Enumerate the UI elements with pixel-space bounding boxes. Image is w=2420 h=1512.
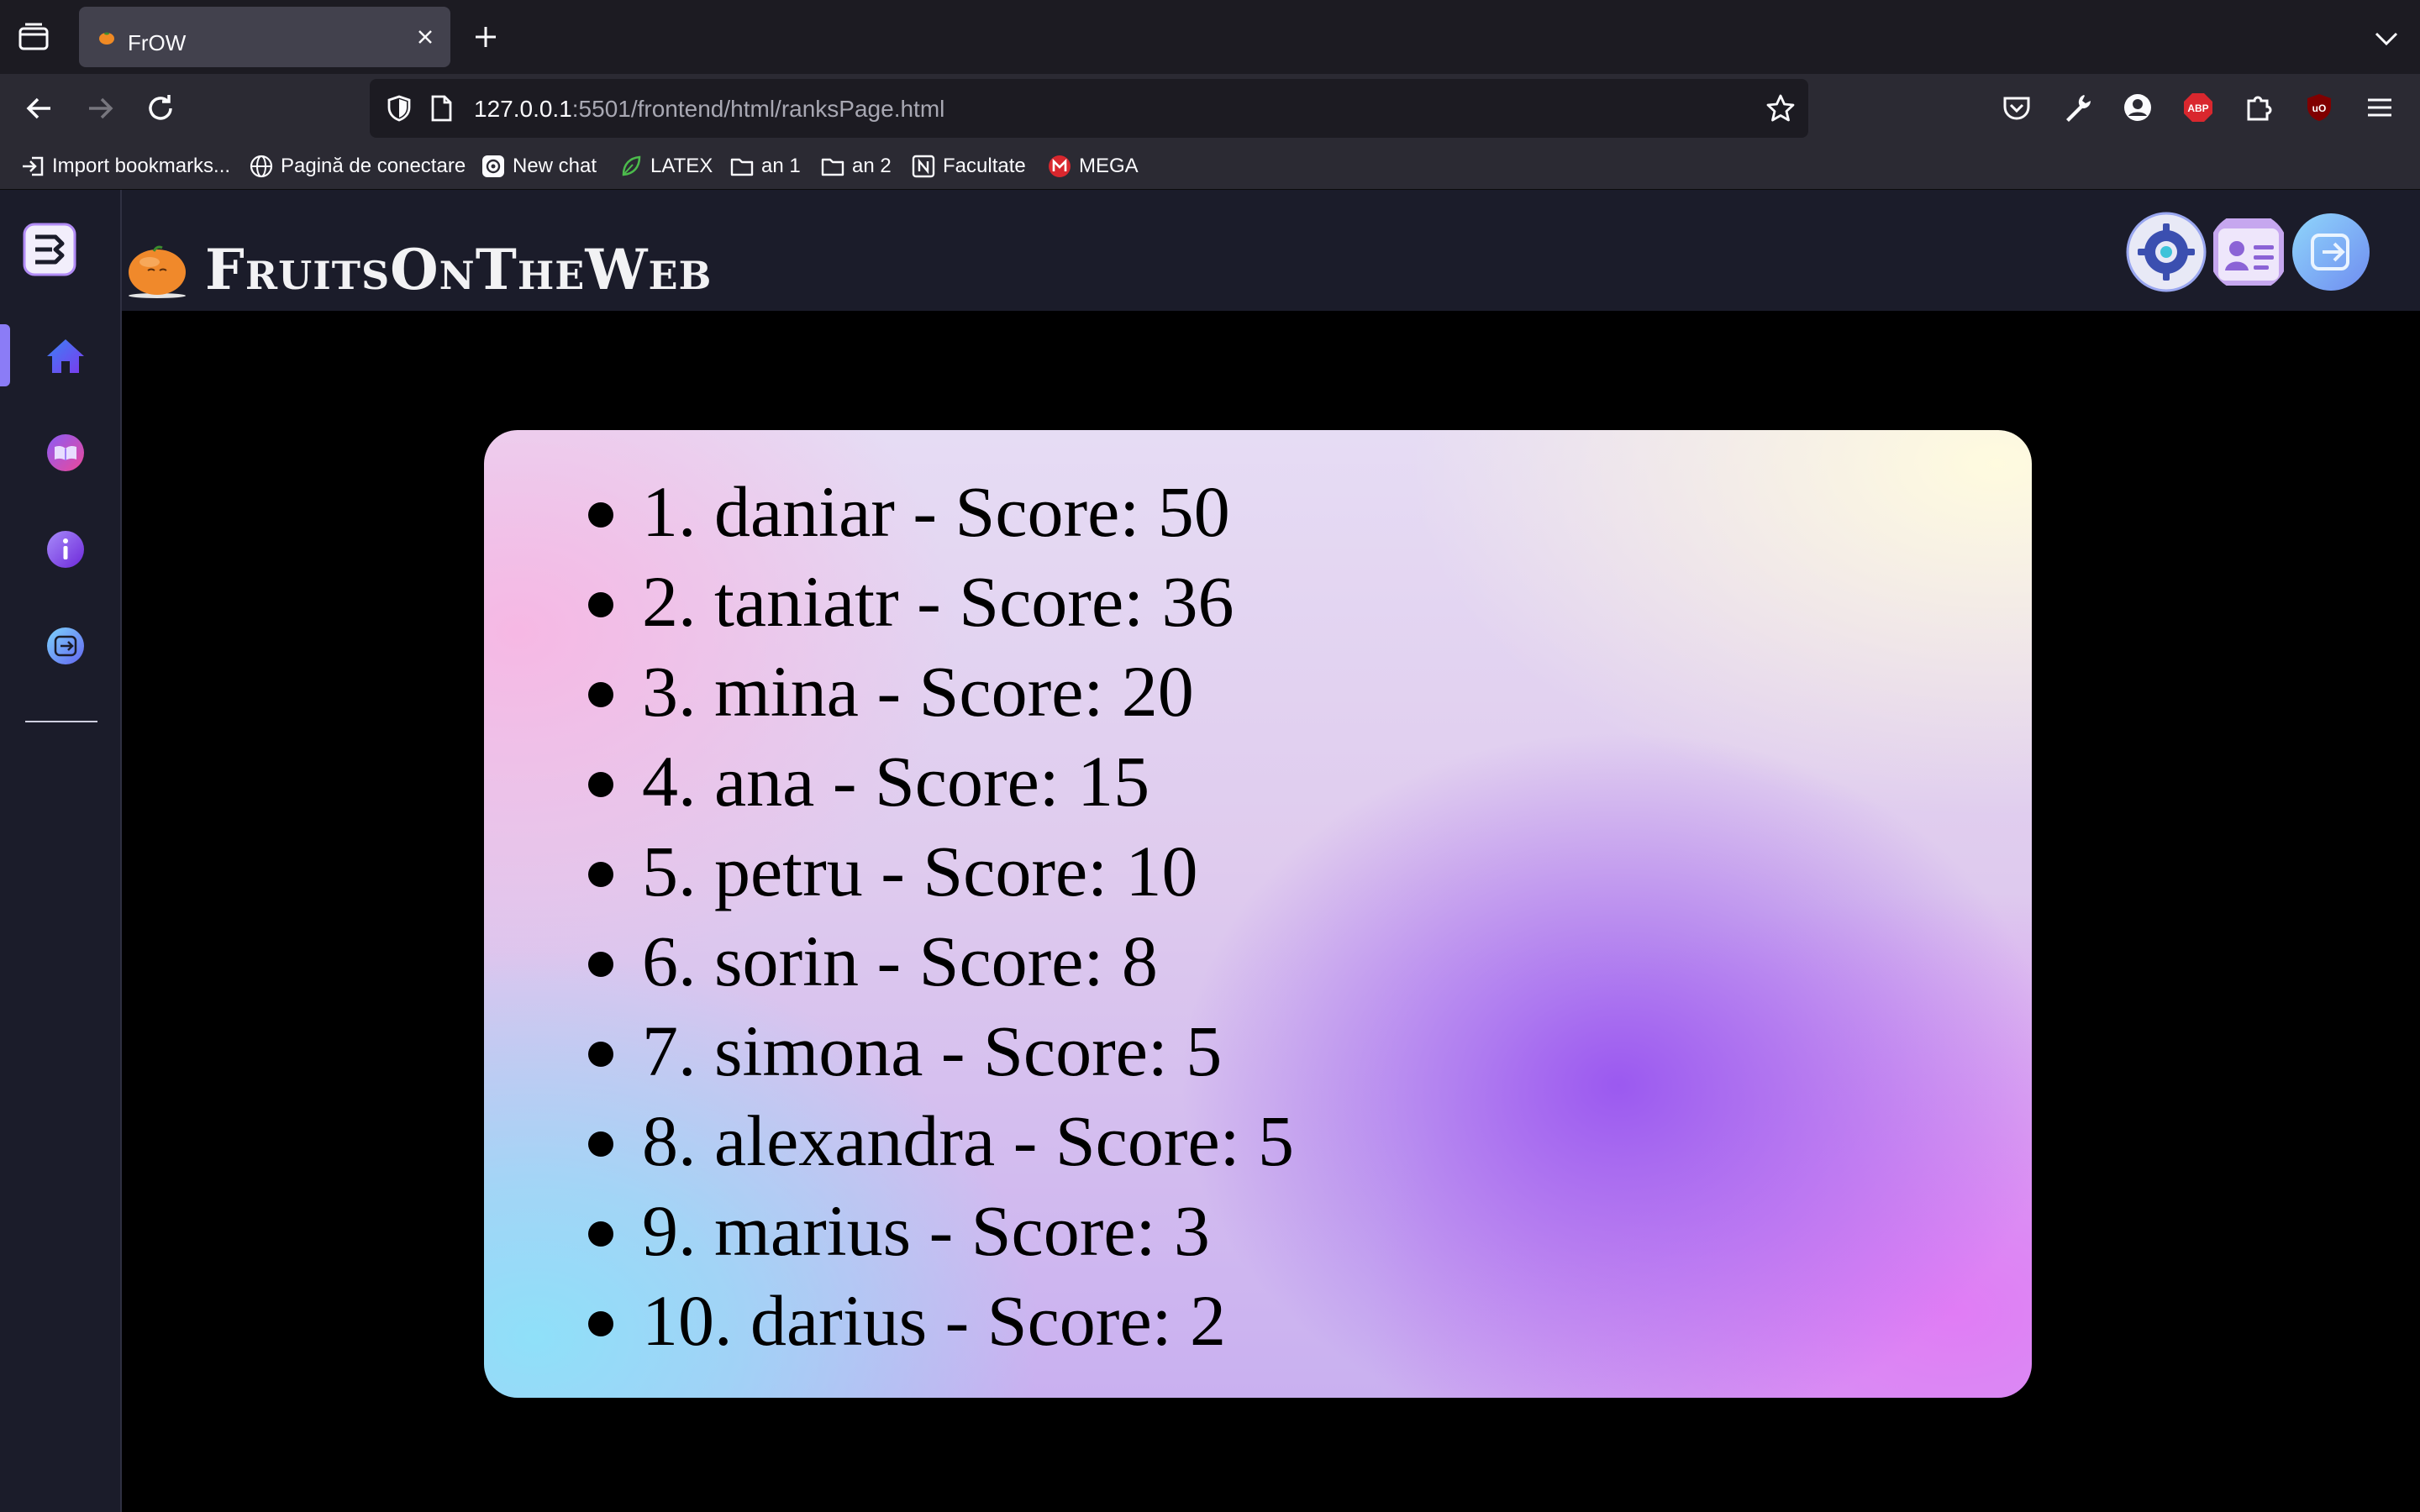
reload-icon[interactable] [143, 91, 178, 126]
list-bullet [588, 592, 613, 617]
rank-entry-text: 9. marius - Score: 3 [642, 1190, 1210, 1271]
tracking-protection-shield-icon[interactable] [385, 94, 413, 123]
rank-list-item: 8. alexandra - Score: 5 [588, 1096, 1294, 1186]
browser-tab-bar: FrOW [0, 0, 2420, 74]
leaf-icon [622, 155, 641, 176]
rank-list-item: 4. ana - Score: 15 [588, 737, 1294, 827]
url-text[interactable]: 127.0.0.1:5501/frontend/html/ranksPage.h… [474, 96, 944, 123]
bookmark-login-page[interactable]: Pagină de conectare [249, 151, 466, 181]
bookmark-latex[interactable]: LATEX [618, 151, 713, 181]
ublock-icon[interactable]: uO [2302, 91, 2336, 124]
import-icon [23, 156, 44, 176]
pocket-icon[interactable] [2000, 91, 2033, 124]
list-bullet [588, 772, 613, 797]
orange-logo-icon [129, 245, 186, 298]
ranks-card: 1. daniar - Score: 50 2. taniatr - Score:… [484, 430, 2032, 1398]
rank-list-item: 9. marius - Score: 3 [588, 1186, 1294, 1276]
account-icon[interactable] [2121, 91, 2154, 124]
rank-list-item: 7. simona - Score: 5 [588, 1006, 1294, 1096]
rank-entry-text: 3. mina - Score: 20 [642, 651, 1194, 732]
rank-entry-text: 6. sorin - Score: 8 [642, 921, 1158, 1001]
list-bullet [588, 682, 613, 707]
rank-list-item: 1. daniar - Score: 50 [588, 467, 1294, 557]
bookmarks-bar: Import bookmarks... Pagină de conectare … [0, 143, 2420, 190]
logout-icon[interactable] [42, 622, 89, 669]
rank-list-item: 10. darius - Score: 2 [588, 1276, 1294, 1366]
tab-title: FrOW [128, 30, 187, 55]
bookmark-new-chat[interactable]: New chat [481, 151, 597, 181]
browser-nav-bar: 127.0.0.1:5501/frontend/html/ranksPage.h… [0, 74, 2420, 143]
globe-icon [250, 155, 273, 178]
mega-icon [1049, 155, 1071, 177]
browser-tab[interactable]: FrOW [79, 7, 450, 67]
adblock-icon[interactable]: ABP [2181, 91, 2215, 124]
forward-icon[interactable] [82, 91, 118, 126]
back-icon[interactable] [22, 91, 57, 126]
bookmark-folder-an2[interactable]: an 2 [820, 151, 892, 181]
close-tab-icon[interactable] [413, 25, 437, 49]
folder-icon [730, 158, 754, 176]
page-info-icon[interactable] [429, 94, 454, 123]
settings-icon[interactable] [2126, 212, 2207, 292]
rank-list-item: 6. sorin - Score: 8 [588, 916, 1294, 1006]
list-bullet [588, 1042, 613, 1067]
bookmark-folder-an1[interactable]: an 1 [729, 151, 801, 181]
address-bar[interactable]: 127.0.0.1:5501/frontend/html/ranksPage.h… [370, 79, 1808, 138]
menu-toggle-icon[interactable] [22, 222, 77, 277]
notion-icon [912, 155, 935, 178]
extensions-icon[interactable] [2242, 91, 2275, 124]
bookmark-mega[interactable]: MEGA [1047, 151, 1139, 181]
sidebar-active-indicator [0, 324, 10, 386]
ranks-list: 1. daniar - Score: 50 2. taniatr - Score:… [588, 467, 1294, 1366]
list-bullet [588, 1221, 613, 1247]
sidebar-divider [25, 721, 97, 722]
orange-favicon-icon [99, 32, 114, 45]
svg-text:ABP: ABP [2187, 102, 2208, 114]
openai-icon [482, 155, 504, 177]
brand[interactable]: FruitsOnTheWeb [126, 237, 712, 302]
rank-entry-text: 4. ana - Score: 15 [642, 741, 1150, 822]
rank-list-item: 5. petru - Score: 10 [588, 827, 1294, 916]
rank-entry-text: 2. taniatr - Score: 36 [642, 561, 1234, 642]
home-icon[interactable] [42, 333, 89, 380]
firefox-view-icon[interactable] [17, 22, 50, 52]
new-tab-icon[interactable] [471, 22, 501, 52]
sidebar [0, 190, 122, 1512]
rank-list-item: 3. mina - Score: 20 [588, 647, 1294, 737]
menu-icon[interactable] [2363, 91, 2396, 124]
bookmark-import[interactable]: Import bookmarks... [20, 151, 230, 181]
logout-icon[interactable] [2291, 212, 2371, 292]
svg-text:uO: uO [2312, 102, 2327, 114]
list-bullet [588, 1131, 613, 1157]
app-title: FruitsOnTheWeb [205, 237, 713, 302]
app-header: FruitsOnTheWeb [0, 190, 2420, 311]
list-bullet [588, 502, 613, 528]
rank-entry-text: 5. petru - Score: 10 [642, 831, 1198, 911]
rank-entry-text: 10. darius - Score: 2 [642, 1280, 1227, 1361]
profile-icon[interactable] [2208, 212, 2289, 292]
rank-entry-text: 1. daniar - Score: 50 [642, 471, 1230, 552]
rank-list-item: 2. taniatr - Score: 36 [588, 557, 1294, 647]
list-bullet [588, 952, 613, 977]
folder-icon [821, 158, 844, 176]
book-icon[interactable] [42, 429, 89, 476]
chevron-down-icon[interactable] [2371, 24, 2402, 54]
bookmark-star-icon[interactable] [1765, 92, 1797, 124]
rank-entry-text: 7. simona - Score: 5 [642, 1011, 1223, 1091]
list-bullet [588, 1311, 613, 1336]
wrench-icon[interactable] [2060, 91, 2094, 124]
info-icon[interactable] [42, 526, 89, 573]
bookmark-facultate[interactable]: Facultate [911, 151, 1026, 181]
rank-entry-text: 8. alexandra - Score: 5 [642, 1100, 1295, 1181]
list-bullet [588, 862, 613, 887]
